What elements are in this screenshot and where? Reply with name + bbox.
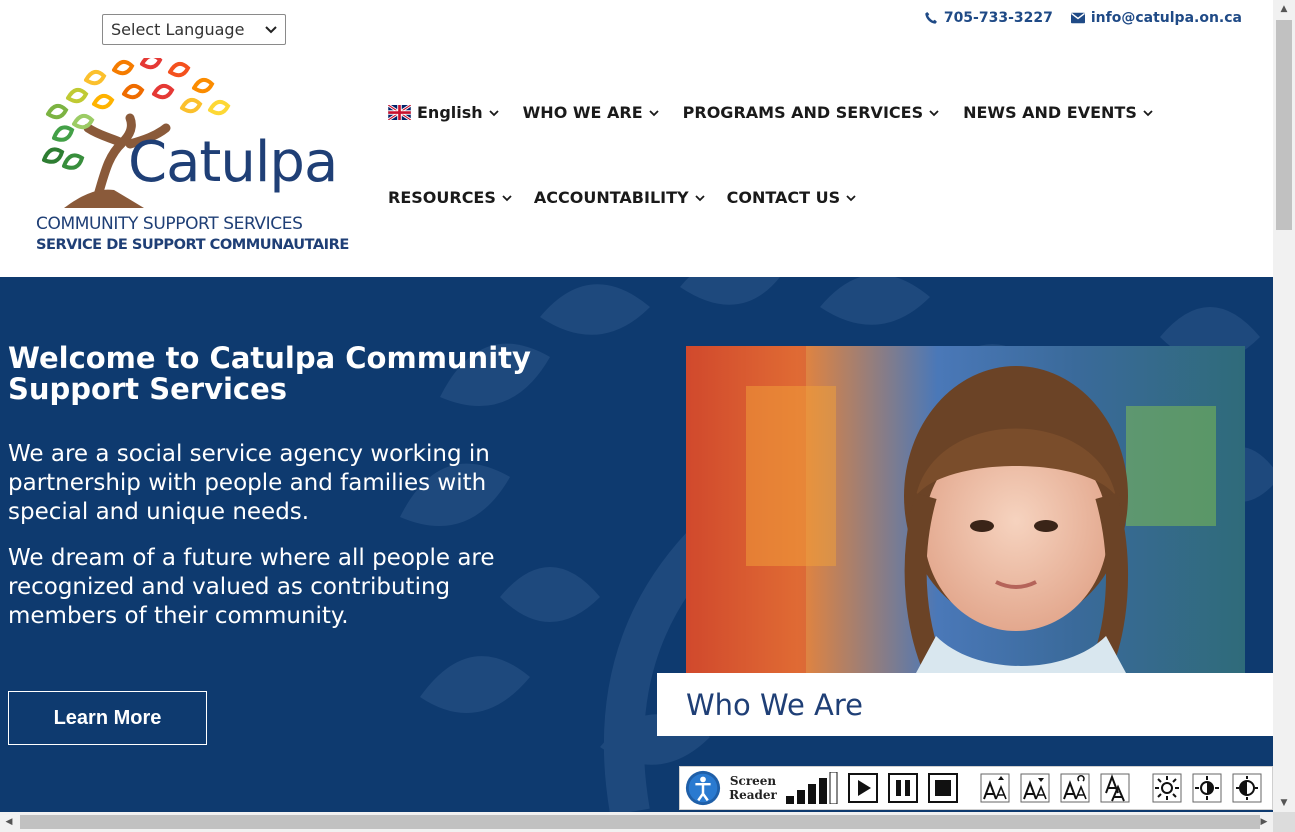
main-nav-row-2: RESOURCES ACCOUNTABILITY CONTACT US [388,188,856,207]
hero-paragraph-1: We are a social service agency working i… [8,441,490,525]
decrease-text-button[interactable] [1020,773,1050,803]
contact-bar: 705-733-3227 info@catulpa.on.ca [924,10,1242,26]
logo-tagline-en: COMMUNITY SUPPORT SERVICES [36,214,303,234]
envelope-icon [1070,12,1085,24]
screen-reader-label[interactable]: Screen Reader [728,774,778,802]
hero-title: Welcome to Catulpa Community Support Ser… [8,341,531,406]
screen-reader-label-line-2: Reader [729,788,777,802]
phone-icon [925,12,937,24]
chevron-down-icon [694,194,705,201]
child-photo[interactable] [686,346,1245,673]
scroll-left-icon[interactable]: ◀ [0,812,18,832]
play-icon [848,773,878,803]
invert-colors-button[interactable] [1232,773,1262,803]
vertical-scroll-thumb[interactable] [1276,20,1292,230]
nav-item-accountability[interactable]: ACCOUNTABILITY [534,188,705,207]
nav-label: PROGRAMS AND SERVICES [682,103,924,122]
stop-icon [928,773,958,803]
invert-icon [1232,773,1262,803]
site-header: Select Language 705-733-3227 info@catulp… [0,0,1273,277]
nav-label: RESOURCES [388,188,496,207]
reset-text-button[interactable] [1060,773,1090,803]
nav-label: English [417,103,483,122]
chevron-down-icon [489,109,499,116]
chevron-down-icon [1143,109,1153,116]
text-reset-icon [1060,773,1090,803]
chevron-down-icon [265,23,277,37]
nav-label: CONTACT US [726,188,841,207]
brightness-high-icon [1152,773,1182,803]
who-we-are-card[interactable]: Who We Are [657,673,1273,736]
language-select-value: Select Language [111,20,245,39]
scrollbar-corner [1273,812,1295,832]
contrast-button[interactable] [1192,773,1222,803]
increase-text-button[interactable] [980,773,1010,803]
hero-section: Welcome to Catulpa Community Support Ser… [0,277,1273,812]
nav-item-english[interactable]: English [388,103,499,122]
language-select[interactable]: Select Language [102,14,286,45]
uk-flag-icon [388,105,411,120]
nav-item-resources[interactable]: RESOURCES [388,188,512,207]
nav-item-programs-and-services[interactable]: PROGRAMS AND SERVICES [683,103,939,122]
chevron-down-icon [502,194,512,201]
hero-paragraph-2: We dream of a future where all people ar… [8,545,495,629]
nav-label: ACCOUNTABILITY [533,188,689,207]
nav-item-contact-us[interactable]: CONTACT US [727,188,857,207]
chevron-down-icon [649,109,659,116]
card-title: Who We Are [686,687,864,722]
vertical-scrollbar[interactable]: ▲ ▼ [1273,0,1295,812]
logo-tagline-fr: SERVICE DE SUPPORT COMMUNAUTAIRE [36,236,349,253]
text-style-button[interactable] [1100,773,1130,803]
stop-button[interactable] [928,773,958,803]
chevron-down-icon [846,194,856,201]
main-nav-row-1: English WHO WE ARE PROGRAMS AND SERVICES… [388,103,1153,122]
contrast-icon [1192,773,1222,803]
nav-label: NEWS AND EVENTS [963,103,1137,122]
scroll-right-icon[interactable]: ▶ [1255,812,1273,832]
chevron-down-icon [929,109,939,116]
horizontal-scroll-thumb[interactable] [20,815,1260,829]
play-button[interactable] [848,773,878,803]
scroll-down-icon[interactable]: ▼ [1273,794,1295,812]
volume-level-icon[interactable] [786,772,838,804]
learn-more-button[interactable]: Learn More [8,691,207,745]
pause-icon [888,773,918,803]
nav-item-news-and-events[interactable]: NEWS AND EVENTS [963,103,1153,122]
text-decrease-icon [1020,773,1050,803]
nav-label: WHO WE ARE [522,103,643,122]
nav-item-who-we-are[interactable]: WHO WE ARE [523,103,659,122]
accessibility-toolbar: Screen Reader [679,766,1273,810]
logo-brand-name: Catulpa [128,130,338,195]
catulpa-logo[interactable]: Catulpa COMMUNITY SUPPORT SERVICES SERVI… [34,58,364,258]
text-increase-icon [980,773,1010,803]
email-address: info@catulpa.on.ca [1090,10,1242,26]
scroll-up-icon[interactable]: ▲ [1273,0,1295,18]
horizontal-scrollbar[interactable]: ◀ ▶ [0,812,1273,832]
email-link[interactable]: info@catulpa.on.ca [1070,10,1242,26]
screen-reader-icon[interactable] [684,769,722,807]
phone-number: 705-733-3227 [943,10,1053,26]
text-style-icon [1100,773,1130,803]
screen-reader-label-line-1: Screen [729,774,777,788]
phone-link[interactable]: 705-733-3227 [924,10,1053,26]
brightness-up-button[interactable] [1152,773,1182,803]
pause-button[interactable] [888,773,918,803]
